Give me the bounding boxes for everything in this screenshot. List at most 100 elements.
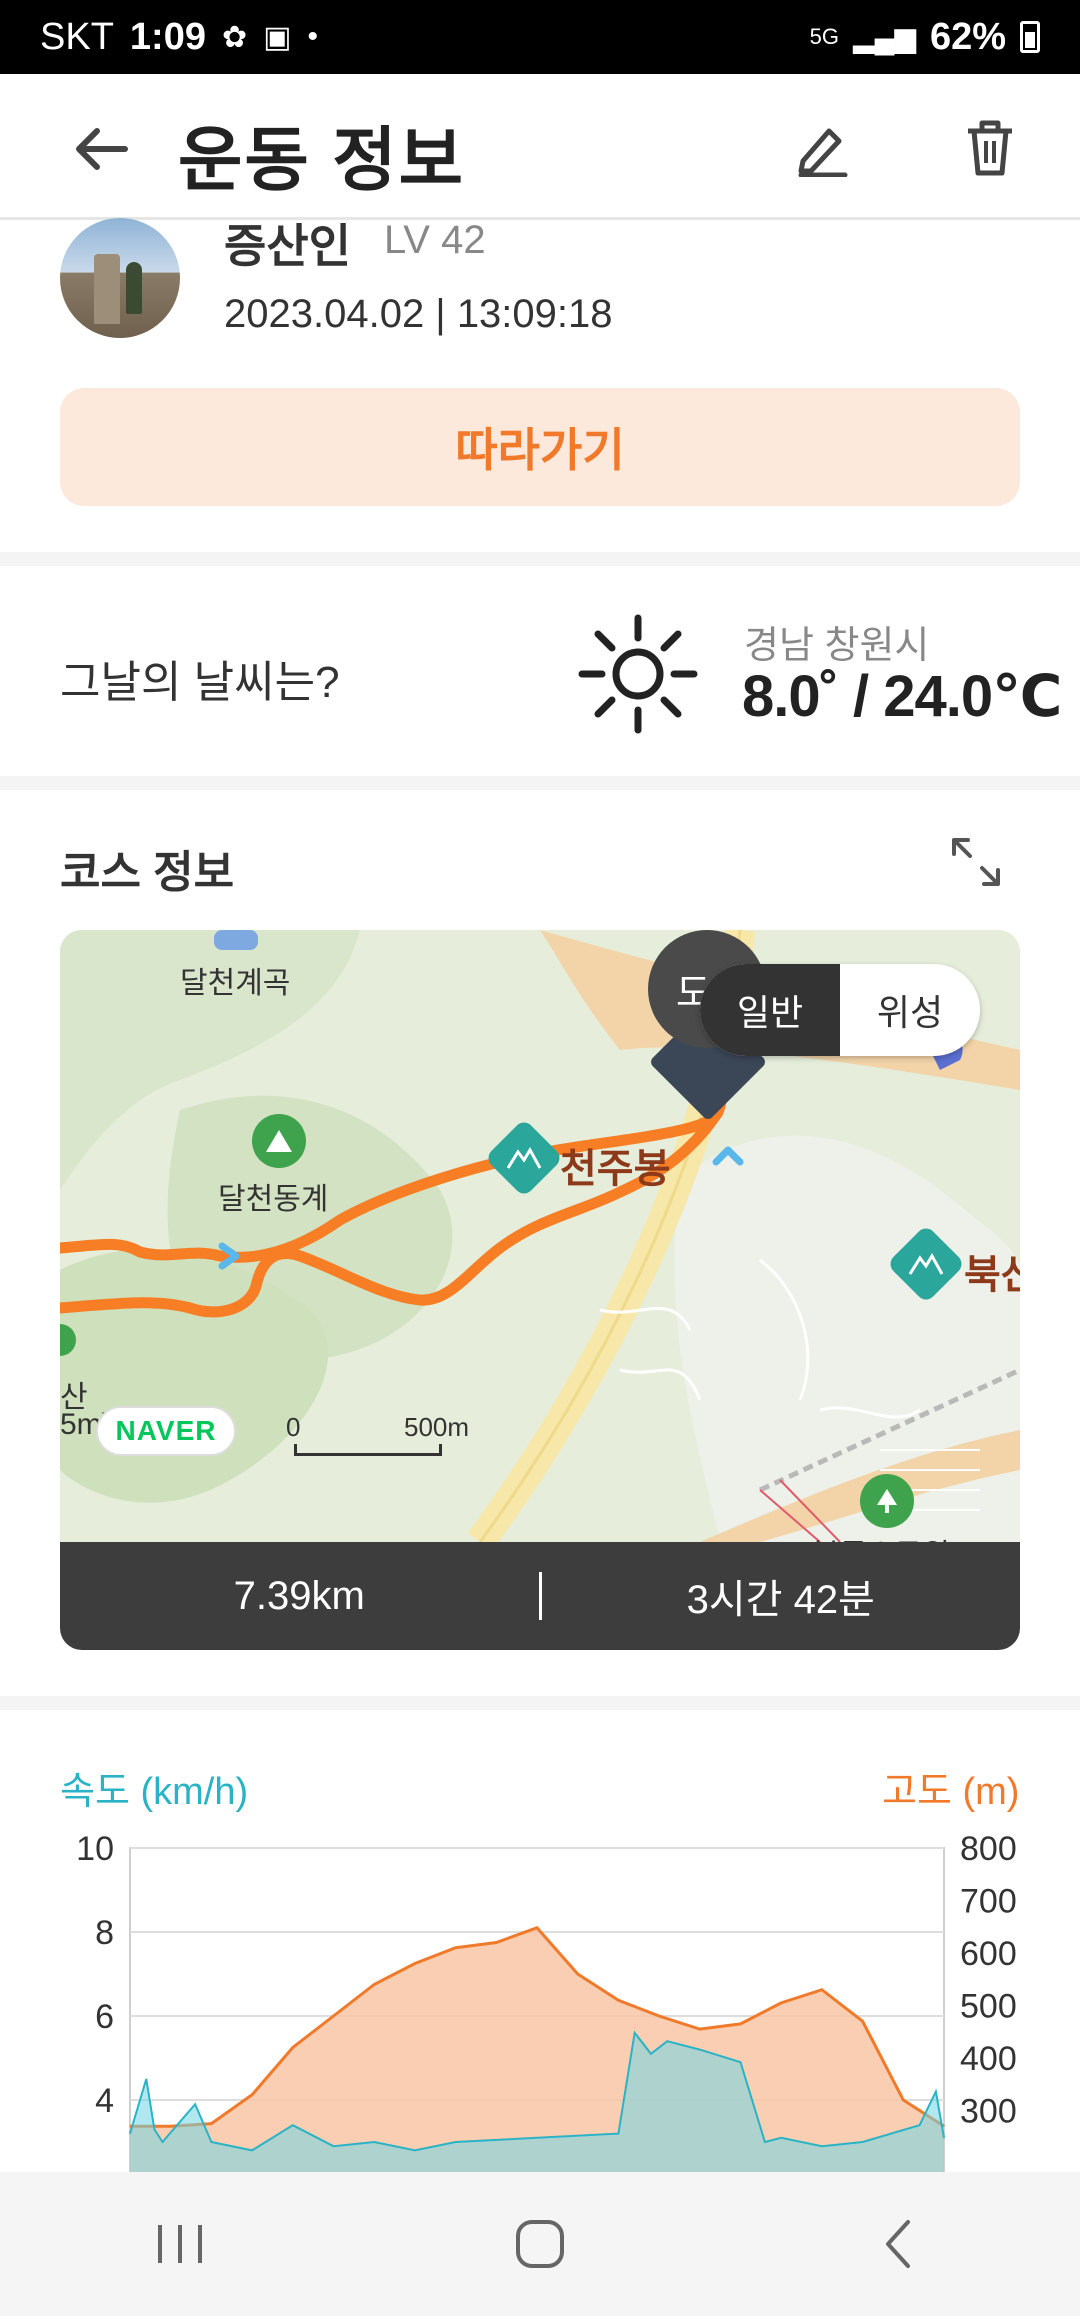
battery-percent: 62% (929, 15, 1006, 58)
expand-icon[interactable] (948, 834, 1004, 890)
section-divider (0, 776, 1080, 790)
altitude-point (170, 2125, 172, 2127)
speed-point (333, 2145, 334, 2147)
user-level: LV 42 (384, 218, 486, 262)
activity-datetime: 2023.04.02 | 13:09:18 (224, 292, 613, 336)
map-label-north-peak: 북산 (964, 1253, 1020, 1297)
park-pin-icon (252, 1114, 306, 1168)
avatar[interactable] (60, 218, 180, 338)
map-scale-zero: 0 (286, 1412, 301, 1442)
speed-point (414, 2149, 416, 2151)
map-type-satellite[interactable]: 위성 (840, 964, 980, 1056)
trash-icon (968, 120, 1012, 176)
map-label-east-valley: 달천동계 (218, 1183, 329, 1216)
north-peak-marker-icon[interactable] (886, 1224, 966, 1304)
system-nav-bar (0, 2172, 1080, 2316)
speed-point (210, 2141, 212, 2143)
altitude-point (780, 2002, 782, 2004)
altitude-area (130, 1927, 944, 2172)
altitude-point (617, 1999, 619, 2001)
map-label-valley: 달천계곡 (180, 967, 291, 1000)
speed-point (251, 2149, 253, 2151)
delete-button[interactable] (955, 112, 1025, 182)
altitude-axis-title: 고도 (m) (882, 1771, 1020, 1813)
speed-point (699, 2049, 701, 2051)
left-tick-label: 10 (76, 1830, 114, 1868)
edit-button[interactable] (788, 112, 858, 182)
speed-point (740, 2061, 741, 2063)
arrow-left-icon (76, 128, 128, 170)
home-icon (516, 2220, 564, 2268)
weather-question: 그날의 날씨는? (60, 658, 340, 707)
speed-point (650, 2053, 652, 2055)
altitude-point (902, 2099, 904, 2101)
weather-temperature: 8.0˚ / 24.0℃ (742, 664, 1062, 729)
battery-icon (1020, 21, 1040, 53)
notification-dot-icon: • (307, 20, 318, 53)
speed-point (821, 2145, 823, 2147)
speed-point (292, 2124, 294, 2126)
page-title: 운동 정보 (178, 121, 466, 199)
altitude-point (536, 1927, 538, 1929)
course-map[interactable]: 달천계곡 달천동계 천주봉 북산 산 5m) 북동소공원 NAVER 0 500… (60, 930, 1020, 1542)
altitude-point (333, 2015, 334, 2017)
map-type-toggle[interactable]: 일반 위성 (700, 964, 980, 1056)
altitude-point (658, 2015, 660, 2017)
altitude-point (414, 1963, 416, 1964)
avatar-person (126, 262, 142, 314)
user-name[interactable]: 증산인 (224, 210, 351, 276)
altitude-point (129, 2125, 131, 2127)
recent-apps-icon (158, 2225, 202, 2263)
map-type-normal[interactable]: 일반 (700, 964, 840, 1056)
right-tick-label: 800 (960, 1830, 1017, 1868)
speed-axis-title: 속도 (km/h) (60, 1771, 249, 1813)
section-divider (0, 1696, 1080, 1710)
altitude-point (210, 2123, 212, 2125)
signal-icon: ▂▄▆ (853, 21, 916, 53)
carrier-label: SKT (40, 15, 114, 58)
right-tick-label: 400 (960, 2040, 1017, 2078)
status-bar: SKT 1:09 ✿ ▣ • 5G ▂▄▆ 62% (0, 0, 1080, 74)
app-header: 운동 정보 (0, 74, 1080, 220)
speed-point (373, 2141, 375, 2143)
sun-icon (578, 614, 698, 734)
altitude-point (699, 2028, 701, 2030)
speed-point (194, 2103, 196, 2105)
home-button[interactable] (480, 2199, 600, 2289)
map-scale-bar (294, 1444, 442, 1456)
speed-point (162, 2141, 164, 2143)
recent-apps-button[interactable] (120, 2199, 240, 2289)
pencil-icon (798, 128, 848, 177)
system-back-button[interactable] (840, 2199, 960, 2289)
right-tick-label: 500 (960, 1988, 1017, 2026)
section-divider (0, 552, 1080, 566)
left-tick-label: 6 (95, 1998, 114, 2036)
speed-point (919, 2124, 921, 2126)
follow-button[interactable]: 따라가기 (60, 388, 1020, 506)
weather-region: 경남 창원시 (744, 625, 930, 667)
altitude-point (251, 2094, 253, 2096)
speed-point (153, 2128, 155, 2130)
speed-point (943, 2137, 945, 2139)
peak-marker-icon[interactable] (484, 1118, 564, 1198)
map-label-peak: 천주봉 (560, 1147, 671, 1191)
park-tree-icon (860, 1474, 914, 1528)
speed-point (862, 2141, 864, 2143)
speed-point (935, 2091, 937, 2093)
speed-point (455, 2141, 457, 2143)
clock: 1:09 (129, 15, 206, 58)
course-stats-bar: 7.39km 3시간 42분 (60, 1542, 1020, 1650)
map-scale-value: 500m (404, 1412, 470, 1442)
speed-point (634, 2032, 636, 2034)
course-duration: 3시간 42분 (686, 1578, 875, 1622)
network-label: 5G (809, 24, 840, 49)
right-tick-label: 300 (960, 2093, 1017, 2131)
right-tick-label: 700 (960, 1883, 1017, 1921)
altitude-point (740, 2023, 741, 2025)
speed-point (617, 2133, 619, 2135)
altitude-point (943, 2125, 945, 2127)
altitude-point (577, 1973, 579, 1975)
back-button[interactable] (66, 114, 136, 184)
chevron-left-icon (886, 2220, 910, 2268)
naver-logo: NAVER (96, 1406, 236, 1456)
